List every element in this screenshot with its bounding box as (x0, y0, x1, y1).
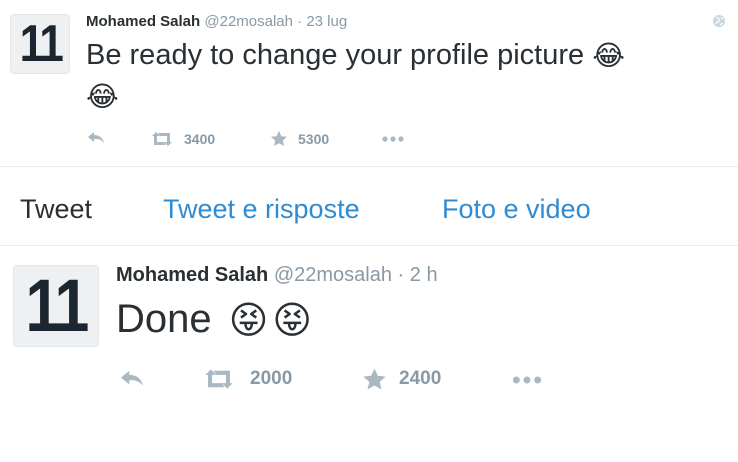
more-button[interactable] (382, 136, 404, 142)
retweet-icon (152, 132, 172, 146)
reply-button[interactable] (86, 130, 106, 146)
retweet-button[interactable]: 2000 (202, 368, 292, 390)
tab-foto-e-video[interactable]: Foto e video (442, 194, 591, 225)
divider (0, 245, 738, 246)
tweet-text: Done 😝 😝 (116, 294, 312, 346)
author-handle[interactable]: @22mosalah (274, 264, 392, 286)
author-name[interactable]: Mohamed Salah (86, 13, 200, 30)
tweet-time[interactable]: 2 h (410, 264, 438, 286)
joy-emoji: 😂 (592, 40, 625, 72)
tab-tweet[interactable]: Tweet (20, 194, 92, 225)
reply-button[interactable] (118, 368, 146, 390)
tweet-text-content: Done (116, 297, 212, 341)
globe-icon (713, 15, 725, 27)
squinting-tongue-emoji: 😝 (272, 300, 312, 343)
favorite-count: 5300 (298, 130, 330, 147)
reply-icon (88, 132, 104, 143)
favorite-count: 2400 (399, 368, 442, 389)
retweet-icon (205, 369, 233, 389)
avatar[interactable]: 11 (10, 14, 70, 74)
avatar[interactable]: 11 (13, 265, 99, 347)
profile-tabs (0, 168, 738, 246)
tweet-time[interactable]: 23 lug (306, 13, 347, 30)
tab-tweet-e-risposte[interactable]: Tweet e risposte (163, 194, 360, 225)
separator: · (397, 264, 405, 286)
favorite-button[interactable]: 2400 (362, 367, 441, 391)
avatar-number: 11 (19, 15, 63, 73)
tweet-text-line2: 😂 (86, 78, 119, 115)
more-icon (512, 376, 542, 384)
avatar-number: 11 (25, 265, 89, 347)
favorite-icon (363, 368, 386, 390)
tweet-text: Be ready to change your profile picture … (86, 36, 625, 75)
reply-icon (121, 370, 143, 386)
retweet-count: 3400 (184, 131, 216, 147)
author-name[interactable]: Mohamed Salah (116, 264, 268, 286)
retweet-count: 2000 (250, 368, 293, 389)
joy-emoji: 😂 (86, 81, 119, 113)
tweet-header: Mohamed Salah @22mosalah · 23 lug (86, 13, 347, 30)
divider (0, 166, 738, 167)
tweet-header: Mohamed Salah @22mosalah · 2 h (116, 264, 438, 287)
more-icon (382, 136, 404, 142)
favorite-button[interactable]: 5300 (270, 130, 329, 147)
separator: · (297, 13, 303, 30)
squinting-tongue-emoji: 😝 (228, 300, 269, 343)
retweet-button[interactable]: 3400 (150, 131, 215, 147)
tweet-text-content: Be ready to change your profile picture (86, 39, 585, 71)
favorite-icon (271, 131, 287, 146)
author-handle[interactable]: @22mosalah (204, 13, 293, 30)
more-button[interactable] (512, 376, 542, 384)
